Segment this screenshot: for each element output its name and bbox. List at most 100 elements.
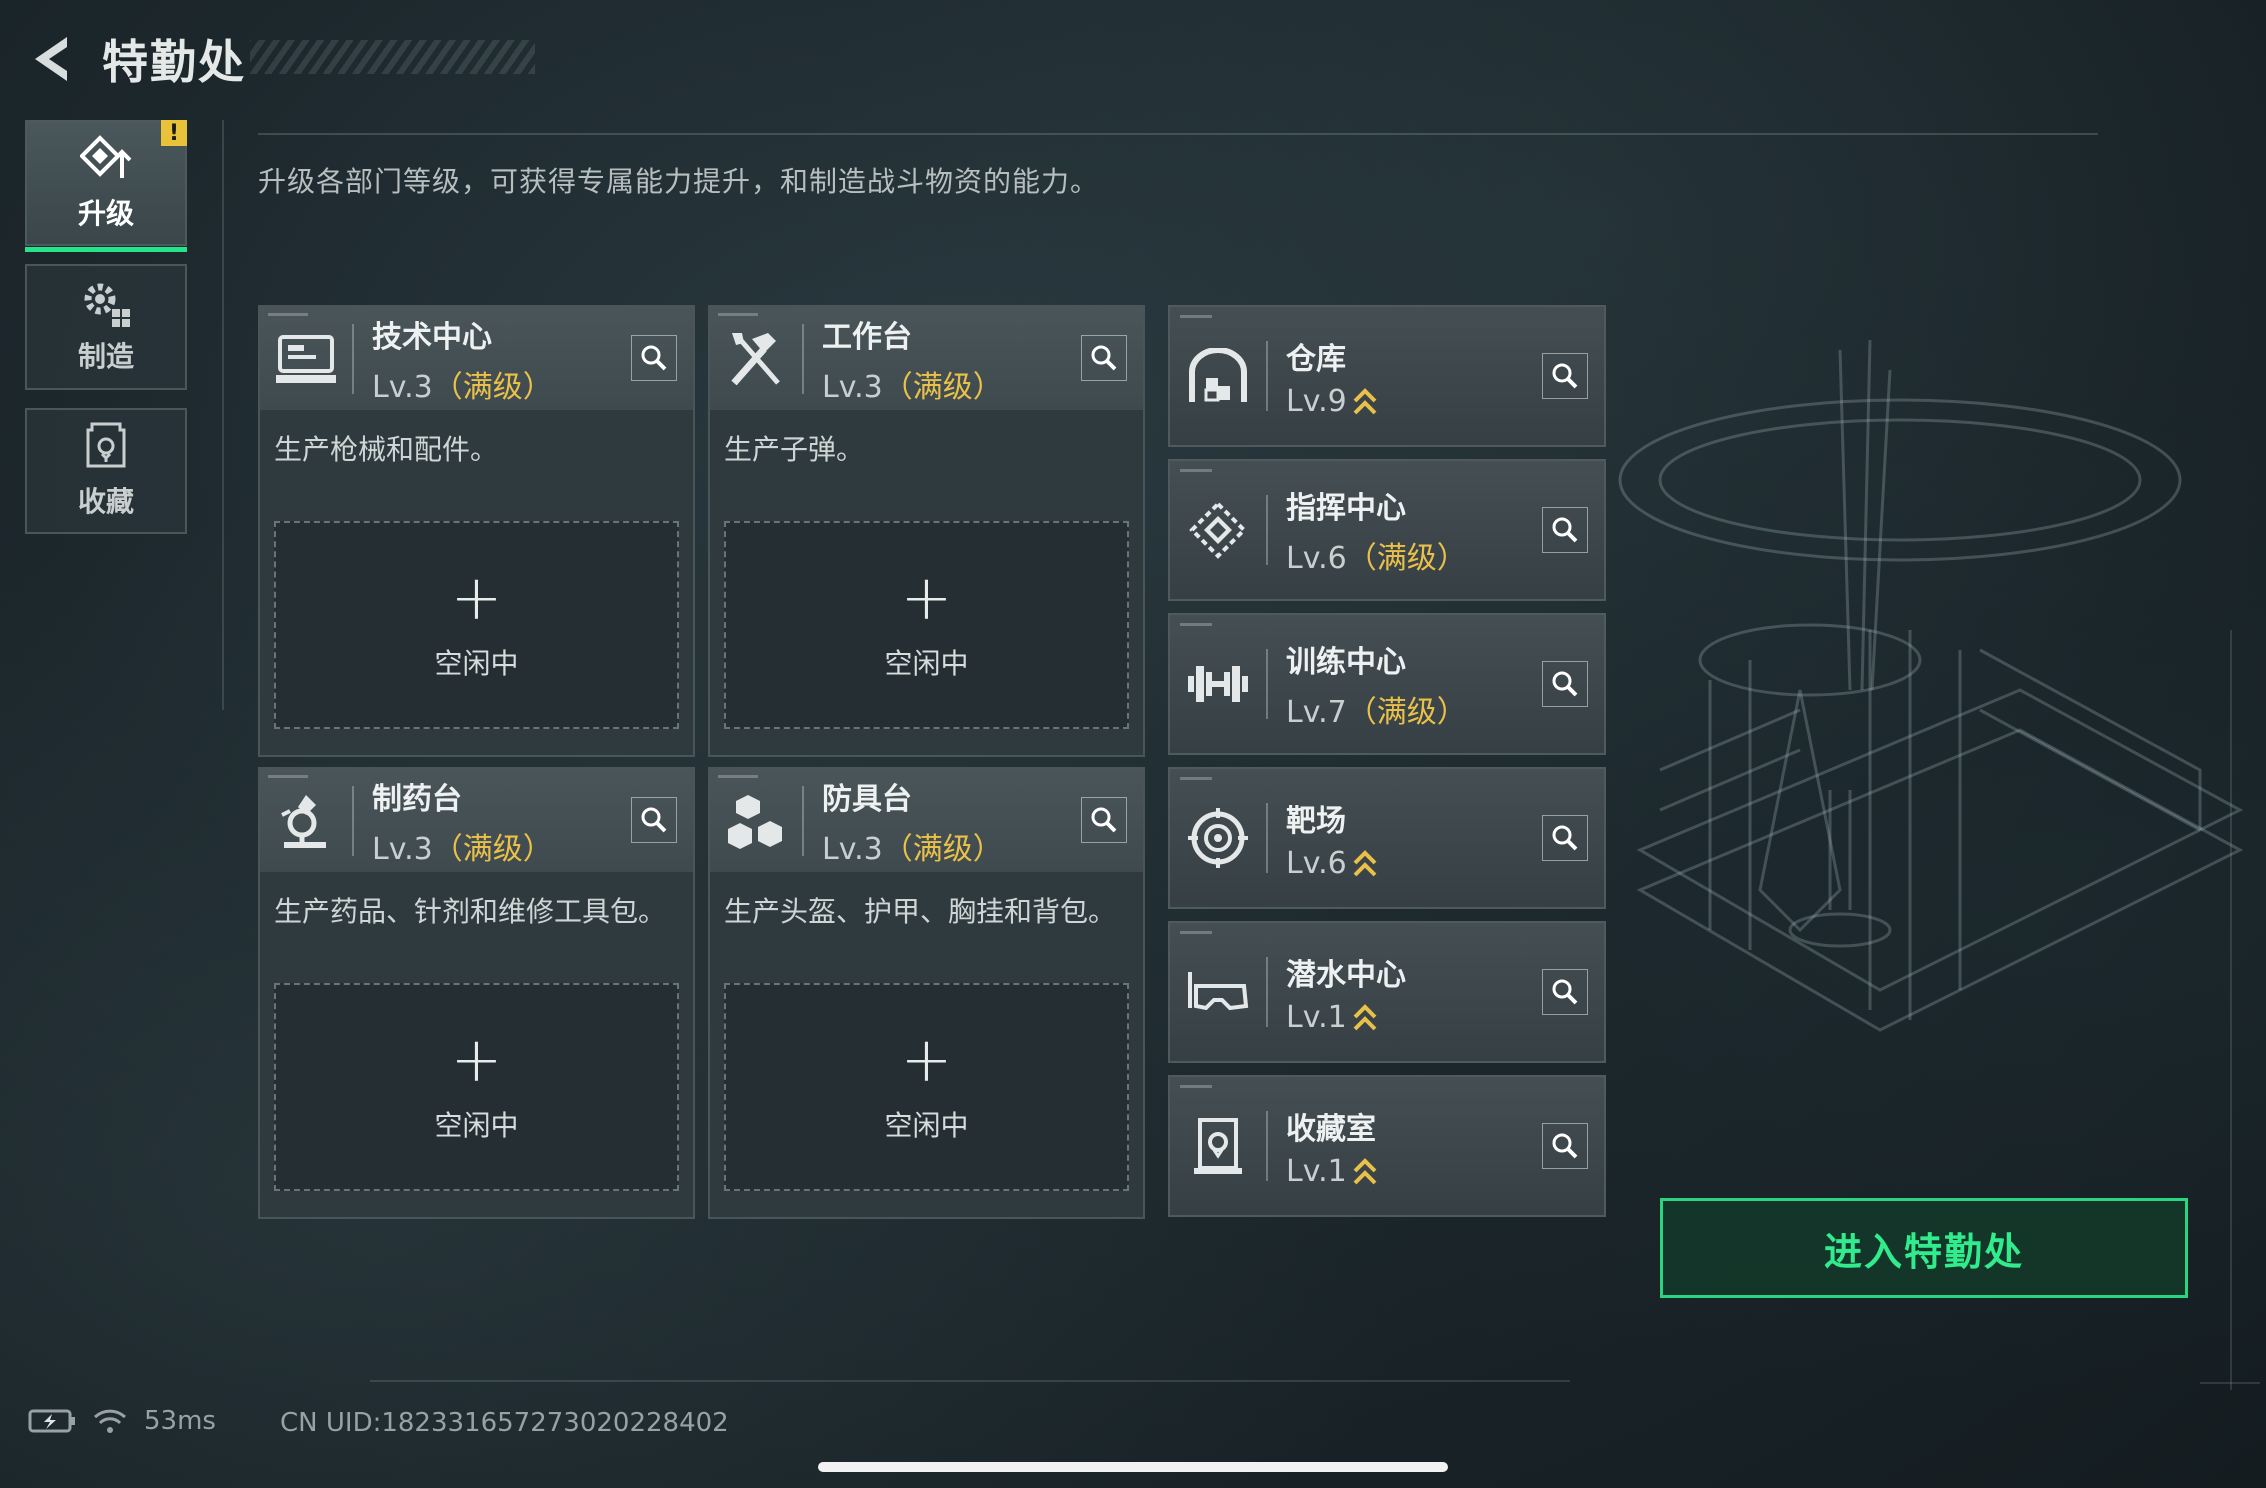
search-icon (1552, 1133, 1578, 1159)
boxes-icon (710, 775, 802, 867)
inspect-button[interactable] (1542, 969, 1588, 1015)
inspect-button[interactable] (1542, 661, 1588, 707)
separator (802, 323, 804, 394)
level-value: Lv.3 (822, 369, 883, 405)
facility-name: 技术中心 (372, 319, 492, 355)
inspect-button[interactable] (1542, 1123, 1588, 1169)
inspect-button[interactable] (1081, 797, 1127, 843)
add-icon: + (900, 1023, 953, 1096)
page-description: 升级各部门等级，可获得专属能力提升，和制造战斗物资的能力。 (258, 165, 1100, 198)
department-name: 收藏室 (1286, 1111, 1376, 1147)
department-diving[interactable]: 潜水中心 Lv.1 (1168, 921, 1606, 1063)
diving-mask-icon (1170, 946, 1266, 1038)
home-indicator[interactable] (818, 1462, 1448, 1472)
level-value: Lv.3 (822, 831, 883, 867)
department-name: 训练中心 (1286, 645, 1406, 680)
inspect-button[interactable] (1542, 815, 1588, 861)
separator (1266, 495, 1268, 565)
upgrade-icon (80, 135, 132, 178)
inspect-button[interactable] (631, 335, 677, 381)
microscope-icon (260, 775, 352, 867)
level-value: Lv.1 (1286, 999, 1347, 1035)
divider-vertical (222, 120, 224, 710)
department-collection-room[interactable]: 收藏室 Lv.1 (1168, 1075, 1606, 1217)
divider-horizontal (258, 133, 2098, 135)
upgrade-available-icon (1353, 1004, 1377, 1031)
department-level: Lv.9 (1286, 384, 1377, 419)
department-training[interactable]: 训练中心 Lv.7（满级） (1168, 613, 1606, 755)
decor-line (2230, 630, 2232, 1390)
enter-button-label: 进入特勤处 (1823, 1229, 2024, 1274)
nav-collection[interactable]: 收藏 (25, 408, 187, 534)
production-card-tech: 技术中心 Lv.3（满级） 生产枪械和配件。 + 空闲中 (258, 305, 695, 757)
department-level: Lv.1 (1286, 1000, 1406, 1035)
separator (1266, 1111, 1268, 1181)
inspect-button[interactable] (1542, 353, 1588, 399)
max-level-tag: （满级） (882, 369, 1003, 405)
display-case-icon (1170, 1100, 1266, 1192)
department-range[interactable]: 靶场 Lv.6 (1168, 767, 1606, 909)
level-value: Lv.1 (1286, 1153, 1347, 1189)
card-header: 技术中心 Lv.3（满级） (260, 307, 693, 410)
search-icon (641, 807, 667, 833)
department-warehouse[interactable]: 仓库 Lv.9 (1168, 305, 1606, 447)
production-slot[interactable]: + 空闲中 (724, 983, 1129, 1191)
max-level-tag: （满级） (882, 831, 1003, 867)
production-slot[interactable]: + 空闲中 (274, 521, 679, 729)
facility-description: 生产枪械和配件。 (274, 433, 499, 466)
tools-icon (710, 313, 802, 405)
department-command[interactable]: 指挥中心 Lv.6（满级） (1168, 459, 1606, 601)
production-card-armor: 防具台 Lv.3（满级） 生产头盔、护甲、胸挂和背包。 + 空闲中 (708, 767, 1145, 1219)
department-level: Lv.7（满级） (1286, 687, 1467, 731)
enter-special-ops-button[interactable]: 进入特勤处 (1660, 1198, 2188, 1298)
decor-line (2200, 1382, 2260, 1384)
card-header: 防具台 Lv.3（满级） (710, 769, 1143, 872)
nav-upgrade[interactable]: ! 升级 (25, 120, 187, 252)
search-icon (641, 345, 667, 371)
inspect-button[interactable] (1542, 507, 1588, 553)
separator (352, 323, 354, 394)
back-button[interactable] (24, 27, 80, 91)
production-slot[interactable]: + 空闲中 (274, 983, 679, 1191)
facility-name: 制药台 (372, 781, 462, 817)
search-icon (1552, 517, 1578, 543)
facility-name: 防具台 (822, 781, 912, 817)
card-header: 制药台 Lv.3（满级） (260, 769, 693, 872)
production-slot[interactable]: + 空闲中 (724, 521, 1129, 729)
slot-status: 空闲中 (434, 647, 519, 680)
warehouse-icon (1170, 330, 1266, 422)
separator (1266, 341, 1268, 411)
separator (352, 785, 354, 856)
department-level: Lv.6 (1286, 846, 1377, 881)
nav-craft[interactable]: 制造 (25, 264, 187, 390)
user-uid: CN UID:182331657273020228402 (280, 1408, 729, 1438)
facility-level: Lv.3（满级） (372, 824, 553, 868)
level-value: Lv.7 (1286, 695, 1347, 730)
back-arrow-icon (35, 37, 67, 81)
nav-craft-label: 制造 (77, 340, 134, 373)
facility-level: Lv.3（满级） (372, 362, 553, 406)
title-decoration (250, 40, 535, 74)
separator (1266, 649, 1268, 719)
command-icon (1170, 484, 1266, 576)
slot-status: 空闲中 (884, 647, 969, 680)
department-level: Lv.1 (1286, 1154, 1377, 1189)
production-card-workbench: 工作台 Lv.3（满级） 生产子弹。 + 空闲中 (708, 305, 1145, 757)
max-level-tag: （满级） (432, 369, 553, 405)
trophy-case-icon (86, 422, 126, 468)
upgrade-available-icon (1353, 388, 1377, 415)
upgrade-available-icon (1353, 850, 1377, 877)
dumbbell-icon (1170, 638, 1266, 730)
separator (1266, 803, 1268, 873)
header: 特勤处 (24, 24, 246, 94)
search-icon (1091, 345, 1117, 371)
page-title: 特勤处 (102, 35, 246, 89)
inspect-button[interactable] (631, 797, 677, 843)
facility-description: 生产头盔、护甲、胸挂和背包。 (724, 895, 1117, 928)
facility-description: 生产子弹。 (724, 433, 865, 466)
max-level-tag: （满级） (1346, 695, 1467, 730)
inspect-button[interactable] (1081, 335, 1127, 381)
nav-collection-label: 收藏 (77, 485, 134, 518)
wifi-icon (93, 1409, 127, 1433)
max-level-tag: （满级） (1346, 541, 1467, 576)
